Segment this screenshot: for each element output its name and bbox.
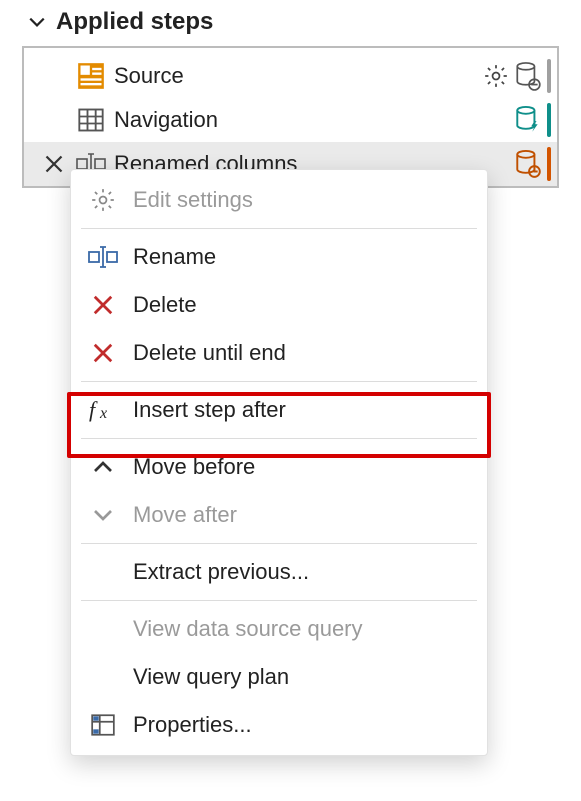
menu-rename[interactable]: Rename <box>71 233 487 281</box>
step-row-navigation[interactable]: Navigation <box>24 98 557 142</box>
rename-icon <box>85 246 121 268</box>
menu-delete-until-end[interactable]: Delete until end <box>71 329 487 377</box>
menu-label: Rename <box>133 244 216 270</box>
menu-separator <box>81 600 477 601</box>
step-label: Navigation <box>110 107 515 133</box>
properties-icon <box>85 712 121 738</box>
status-bar <box>547 103 551 137</box>
source-icon <box>72 62 110 90</box>
gear-icon <box>85 187 121 213</box>
menu-label: Edit settings <box>133 187 253 213</box>
svg-text:f: f <box>89 397 98 422</box>
menu-label: Move after <box>133 502 237 528</box>
database-minus-icon[interactable] <box>515 61 541 91</box>
panel-title: Applied steps <box>56 8 213 36</box>
applied-steps-header[interactable]: Applied steps <box>0 0 581 46</box>
chevron-up-icon <box>85 459 121 475</box>
status-bar <box>547 59 551 93</box>
menu-separator <box>81 543 477 544</box>
delete-step-icon[interactable] <box>36 154 72 174</box>
menu-label: Extract previous... <box>133 559 309 585</box>
menu-insert-step-after[interactable]: f x Insert step after <box>71 386 487 434</box>
menu-move-after: Move after <box>71 491 487 539</box>
menu-separator <box>81 228 477 229</box>
menu-label: Insert step after <box>133 397 286 423</box>
step-context-menu: Edit settings Rename Delete Delete until… <box>70 169 488 756</box>
svg-text:x: x <box>99 405 107 422</box>
menu-edit-settings: Edit settings <box>71 176 487 224</box>
delete-icon <box>85 294 121 316</box>
chevron-down-icon <box>28 13 46 31</box>
menu-extract-previous[interactable]: Extract previous... <box>71 548 487 596</box>
database-clock-icon[interactable] <box>515 149 541 179</box>
database-bolt-icon[interactable] <box>515 105 541 135</box>
menu-label: View query plan <box>133 664 289 690</box>
menu-label: Move before <box>133 454 255 480</box>
step-row-source[interactable]: Source <box>24 54 557 98</box>
menu-delete[interactable]: Delete <box>71 281 487 329</box>
menu-separator <box>81 381 477 382</box>
menu-label: Delete until end <box>133 340 286 366</box>
applied-steps-list: Source Navigation <box>22 46 559 188</box>
menu-view-data-source-query: View data source query <box>71 605 487 653</box>
delete-icon <box>85 342 121 364</box>
fx-icon: f x <box>85 397 121 423</box>
menu-label: Properties... <box>133 712 252 738</box>
table-icon <box>72 106 110 134</box>
menu-move-before[interactable]: Move before <box>71 443 487 491</box>
menu-label: Delete <box>133 292 197 318</box>
status-bar <box>547 147 551 181</box>
menu-properties[interactable]: Properties... <box>71 701 487 749</box>
step-label: Source <box>110 63 483 89</box>
chevron-down-icon <box>85 507 121 523</box>
menu-label: View data source query <box>133 616 363 642</box>
menu-separator <box>81 438 477 439</box>
menu-view-query-plan[interactable]: View query plan <box>71 653 487 701</box>
gear-icon[interactable] <box>483 63 509 89</box>
